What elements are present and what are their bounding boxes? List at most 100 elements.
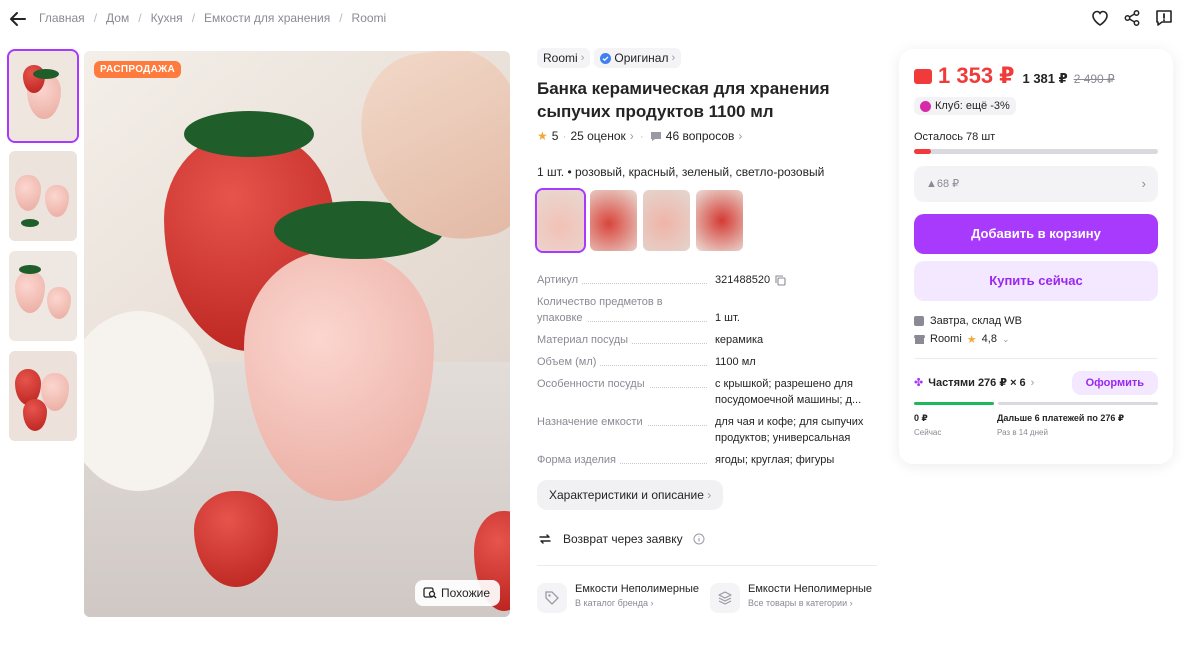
leaf-image	[184, 111, 314, 157]
category-subtitle: Все товары в категории	[748, 598, 848, 608]
sale-badge: РАСПРОДАЖА	[94, 61, 181, 78]
stock-label: Осталось 78 шт	[914, 130, 996, 143]
add-to-cart-button[interactable]: Добавить в корзину	[914, 213, 1158, 254]
spec-key: Артикул	[537, 274, 583, 286]
variant-option[interactable]	[696, 190, 743, 251]
thumbnail-list	[7, 49, 79, 451]
share-icon[interactable]	[1122, 8, 1142, 28]
breadcrumb-item[interactable]: Roomi	[352, 11, 387, 25]
layers-icon	[710, 583, 740, 613]
spec-value: 1 шт.	[715, 312, 740, 324]
breadcrumb: Главная / Дом / Кухня / Емкости для хранени…	[39, 11, 387, 25]
shop-icon	[914, 334, 925, 344]
thumbnail-4[interactable]	[9, 351, 77, 441]
delivery-label: Завтра, склад WB	[930, 314, 1022, 327]
buy-now-button[interactable]: Купить сейчас	[914, 260, 1158, 301]
inst-now-amount: 0 ₽	[914, 412, 928, 423]
spec-key: Назначение емкости	[537, 416, 647, 428]
product-title: Банка керамическая для хранения сыпучих …	[537, 79, 830, 121]
return-label: Возврат через заявку	[563, 532, 683, 546]
chevron-right-icon: ›	[1030, 376, 1035, 389]
spec-key: Материал посуды	[537, 334, 633, 346]
report-icon[interactable]	[1154, 8, 1174, 28]
price-drop-label: ▲68 ₽	[926, 178, 960, 190]
original-chip[interactable]: Оригинал ›	[594, 48, 682, 68]
tag-icon	[537, 583, 567, 613]
product-info: Roomi › Оригинал › Банка керамическая для …	[535, 48, 877, 613]
spec-row: Количество предметов в упаковке 1 шт.	[537, 294, 877, 326]
spec-key: Количество предметов в упаковке	[537, 296, 663, 324]
seller-row[interactable]: Roomi ★ 4,8 ⌄	[914, 333, 1158, 346]
installments-row: ✤ Частями 276 ₽ × 6 › Оформить	[914, 370, 1158, 395]
info-icon[interactable]	[693, 533, 705, 545]
reviews-link[interactable]: 25 оценок	[570, 129, 625, 143]
similar-button[interactable]: Похожие	[415, 580, 500, 606]
heart-icon[interactable]	[1090, 8, 1110, 28]
installments-icon: ✤	[914, 377, 924, 389]
divider	[537, 565, 877, 566]
inst-later-label: Раз в 14 дней	[997, 427, 1048, 437]
strawberry-jar-image	[45, 185, 69, 217]
similar-search-icon	[423, 587, 437, 599]
strawberry-jar-image	[15, 271, 45, 313]
spec-key: Особенности посуды	[537, 378, 649, 390]
price-drop-row[interactable]: ▲68 ₽ ›	[914, 165, 1158, 202]
spec-value: с крышкой; разрешено для посудомоечной м…	[715, 378, 862, 406]
spec-key: Форма изделия	[537, 454, 620, 466]
leaf-image	[19, 265, 41, 274]
category-title: Емкости Неполимерные	[748, 583, 872, 595]
seller-rating: 4,8	[981, 333, 997, 345]
warehouse-icon	[914, 315, 924, 326]
buy-box: 1 353 ₽ 1 381 ₽ 2 490 ₽ Клуб: ещё -3% Ос…	[899, 49, 1173, 464]
breadcrumb-item[interactable]: Главная	[39, 11, 85, 25]
thumbnail-3[interactable]	[9, 251, 77, 341]
price-row: 1 353 ₽ 1 381 ₽ 2 490 ₽	[914, 63, 1158, 89]
spec-list: Артикул 321488520 Количество предметов в…	[537, 272, 877, 468]
variant-option[interactable]	[535, 188, 586, 253]
spec-row: Форма изделия ягоды; круглая; фигуры	[537, 452, 877, 468]
variant-option[interactable]	[590, 190, 637, 251]
variant-option[interactable]	[643, 190, 690, 251]
regular-price: 1 381 ₽	[1022, 71, 1068, 86]
characteristics-button[interactable]: Характеристики и описание ›	[537, 480, 724, 510]
spec-value: для чая и кофе; для сыпучих продуктов; у…	[715, 416, 864, 444]
article-value[interactable]: 321488520	[715, 272, 770, 288]
rating-row: ★ 5 · 25 оценок › · 46 вопросов ›	[537, 129, 743, 143]
stock-bar	[914, 148, 1158, 154]
category-subtitle: В каталог бренда	[575, 598, 649, 608]
copy-icon[interactable]	[775, 274, 786, 286]
star-icon: ★	[537, 129, 548, 143]
category-title: Емкости Неполимерные	[575, 583, 699, 595]
category-links: Емкости Неполимерные В каталог бренда › Е…	[537, 583, 877, 613]
breadcrumb-item[interactable]: Дом	[106, 11, 129, 25]
stock-bar-fill	[914, 148, 932, 154]
breadcrumb-item[interactable]: Емкости для хранения	[204, 11, 330, 25]
strawberry-jar-image	[47, 287, 71, 319]
chevron-right-icon: ›	[671, 52, 676, 64]
leaf-image	[21, 219, 39, 227]
questions-link[interactable]: 46 вопросов	[666, 129, 735, 143]
club-badge[interactable]: Клуб: ещё -3%	[914, 97, 1016, 115]
thumbnail-1[interactable]	[7, 49, 79, 143]
brand-chip[interactable]: Roomi ›	[537, 48, 591, 68]
star-icon: ★	[966, 333, 977, 346]
brand-chips: Roomi › Оригинал ›	[537, 48, 877, 68]
strawberry-jar-image	[15, 175, 41, 211]
wallet-icon	[914, 69, 932, 84]
back-arrow-icon[interactable]	[8, 9, 28, 29]
brand-catalog-link[interactable]: Емкости Неполимерные В каталог бренда ›	[537, 583, 700, 613]
category-all-link[interactable]: Емкости Неполимерные Все товары в категор…	[710, 583, 873, 613]
similar-label: Похожие	[441, 586, 490, 600]
chevron-right-icon: ›	[1141, 176, 1146, 191]
main-product-image[interactable]: РАСПРОДАЖА Похожие	[84, 51, 510, 617]
installments-link[interactable]: ✤ Частями 276 ₽ × 6 ›	[914, 376, 1035, 390]
installments-button[interactable]: Оформить	[1071, 370, 1158, 395]
top-actions	[1090, 8, 1174, 28]
inst-now-label: Сейчас	[914, 427, 942, 437]
characteristics-label: Характеристики и описание	[549, 488, 704, 502]
breadcrumb-item[interactable]: Кухня	[151, 11, 183, 25]
installments-label: Частями 276 ₽ × 6	[928, 377, 1026, 389]
old-price: 2 490 ₽	[1073, 72, 1115, 86]
top-bar: Главная / Дом / Кухня / Емкости для хранени…	[0, 0, 1200, 38]
thumbnail-2[interactable]	[9, 151, 77, 241]
